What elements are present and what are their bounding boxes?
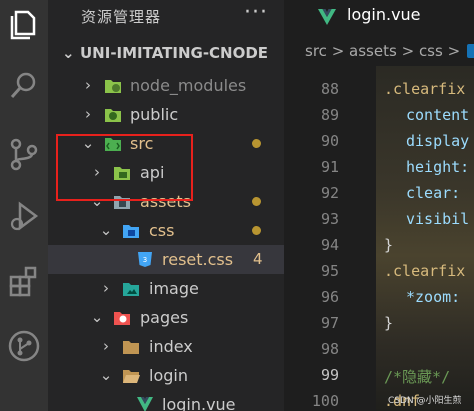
code-line-comment: /*隐藏*/ [384,368,451,386]
workspace-root-label: UNI-IMITATING-CNODE [80,44,269,62]
code-line: clear: [406,184,461,202]
run-debug-icon[interactable] [6,198,42,234]
explorer-title: 资源管理器 [81,8,162,26]
chevron-down-icon: ⌄ [99,366,113,384]
code-line: } [384,236,394,254]
breadcrumb-item[interactable]: src [305,42,327,60]
vue-file-icon [317,7,337,27]
line-number: 92 [320,184,339,202]
breadcrumb-separator: > [447,42,461,60]
tree-item-public[interactable]: › public [48,100,284,129]
workspace-root[interactable]: ⌄ UNI-IMITATING-CNODE [62,44,268,62]
svg-text:3: 3 [143,256,147,264]
watermark: CSDN @小阳生煎 [388,396,462,406]
line-number: 91 [320,158,339,176]
line-number-current: 99 [320,366,339,384]
tab-login-vue[interactable]: login.vue [284,0,474,36]
public-folder-icon [104,106,122,123]
folder-icon [122,338,140,355]
annotation-highlight-box [56,134,193,201]
modified-badge [252,197,261,206]
breadcrumb-separator: > [401,42,415,60]
chevron-down-icon: ⌄ [90,308,104,326]
tree-item-label: css [149,221,175,240]
tree-item-label: reset.css [162,250,234,269]
line-number-gutter: 88 89 90 91 92 93 94 95 96 97 98 99 100 [284,66,376,411]
tree-item-label: public [130,105,179,124]
pages-folder-icon [113,309,131,326]
breadcrumb-separator: > [331,42,345,60]
line-number: 95 [320,262,339,280]
tree-item-label: node_modules [130,76,247,95]
editor-tab-bar: login.vue [284,0,474,36]
chevron-right-icon: › [103,279,109,297]
code-line: visibil [406,210,470,228]
css-folder-icon [122,222,140,239]
tree-item-node-modules[interactable]: › node_modules [48,71,284,100]
tree-item-label: login.vue [162,395,236,411]
tree-item-login[interactable]: ⌄ login [48,361,284,390]
tree-item-login-vue[interactable]: login.vue [48,390,284,411]
code-line: .clearfix [384,262,466,280]
code-line: } [384,314,394,332]
line-number: 88 [320,80,339,98]
tree-item-label: pages [140,308,189,327]
vue-file-icon [136,396,154,411]
line-number: 93 [320,210,339,228]
tab-label: login.vue [347,5,421,24]
line-number: 97 [320,314,339,332]
chevron-down-icon: ⌄ [62,44,75,62]
node-folder-icon [104,77,122,94]
code-line: *zoom: [406,288,461,306]
breadcrumb: src > assets > css > [284,36,474,66]
chevron-right-icon: › [85,105,91,123]
code-line: display [406,132,470,150]
explorer-panel: 资源管理器 ··· ⌄ UNI-IMITATING-CNODE › node_mo… [48,0,284,411]
breadcrumb-item[interactable]: css [419,42,443,60]
folder-open-icon [122,367,140,384]
git-graph-icon[interactable] [6,328,42,364]
search-icon[interactable] [6,68,42,104]
code-line: content [406,106,470,124]
activity-bar [0,0,48,411]
css-file-icon [466,44,474,58]
modified-badge [252,226,261,235]
explorer-icon[interactable] [6,4,42,40]
tree-item-image[interactable]: › image [48,274,284,303]
more-actions-icon[interactable]: ··· [244,0,268,25]
tree-item-label: index [149,337,193,356]
tree-item-reset-css[interactable]: 3 reset.css 4 [48,245,284,274]
chevron-down-icon: ⌄ [99,221,113,239]
line-number: 98 [320,340,339,358]
code-editor[interactable]: .clearfix content display height: clear:… [376,66,474,411]
chevron-right-icon: › [103,337,109,355]
code-line: .clearfix [384,80,466,98]
line-number: 100 [311,392,339,410]
tree-item-label: image [149,279,199,298]
source-control-icon[interactable] [6,136,42,172]
tree-item-pages[interactable]: ⌄ pages [48,303,284,332]
tree-item-css[interactable]: ⌄ css [48,216,284,245]
extensions-icon[interactable] [6,264,42,300]
breadcrumb-item[interactable]: assets [349,42,397,60]
tree-item-label: login [149,366,188,385]
problem-count-badge: 4 [253,250,263,268]
image-folder-icon [122,280,140,297]
tree-item-index[interactable]: › index [48,332,284,361]
modified-badge [252,139,261,148]
chevron-right-icon: › [85,76,91,94]
line-number: 96 [320,288,339,306]
css-file-icon: 3 [136,251,154,268]
line-number: 89 [320,106,339,124]
code-line: height: [406,158,470,176]
line-number: 90 [320,132,339,150]
line-number: 94 [320,236,339,254]
